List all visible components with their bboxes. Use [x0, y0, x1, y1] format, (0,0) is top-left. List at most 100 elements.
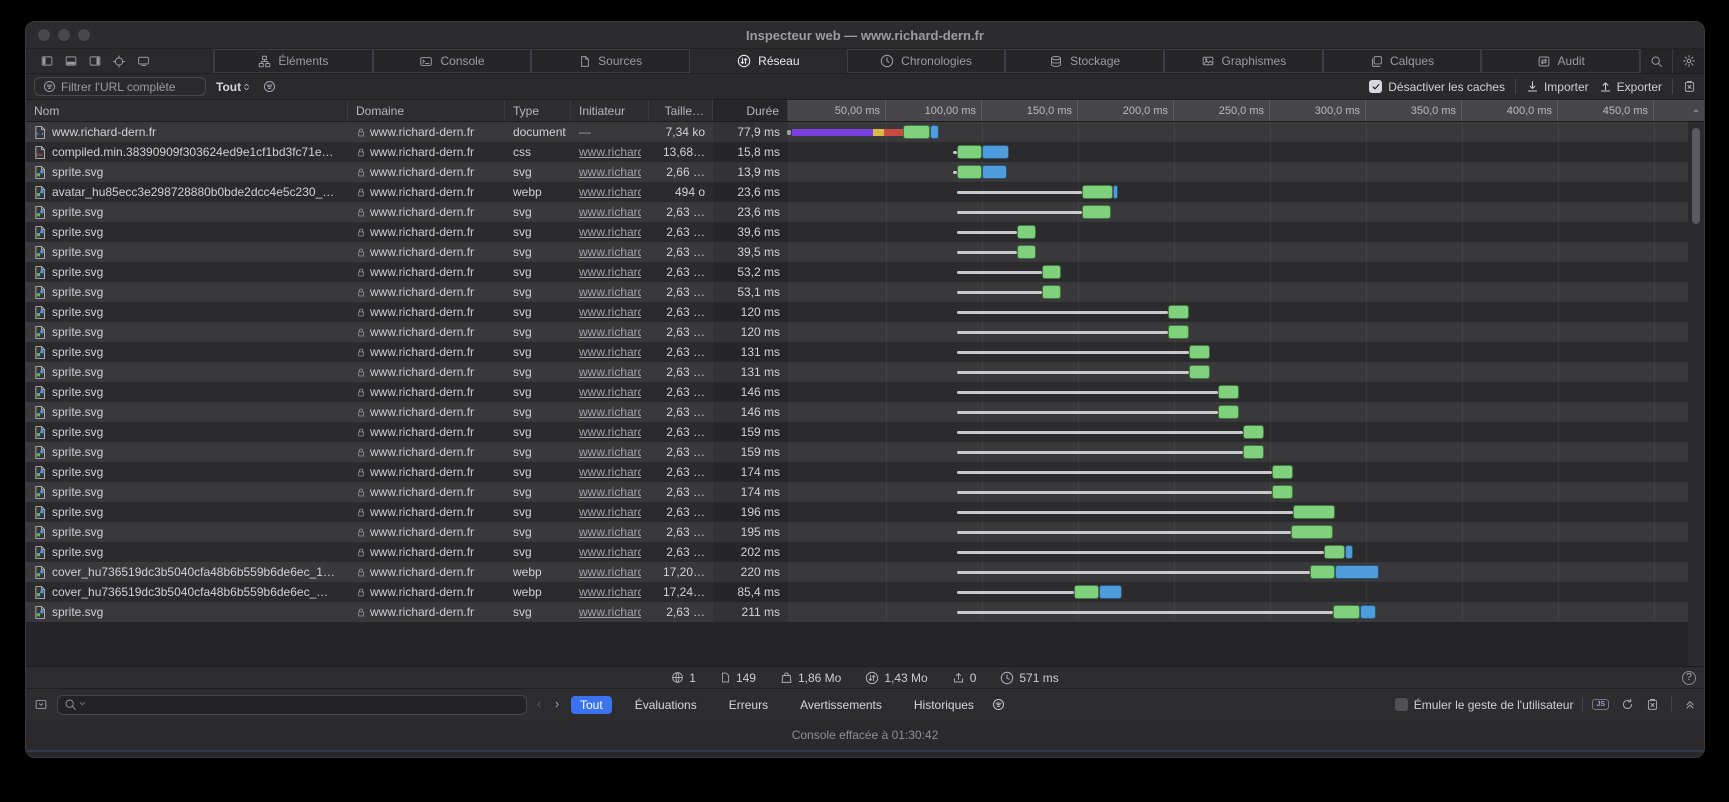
- initiator-link[interactable]: www.richard-d…: [579, 265, 641, 279]
- network-row[interactable]: sprite.svgwww.richard-dern.frsvgwww.rich…: [26, 602, 1704, 622]
- waterfall-bar[interactable]: [788, 442, 1688, 462]
- element-picker-icon[interactable]: [112, 55, 126, 68]
- console-scope-icon[interactable]: [34, 698, 48, 711]
- waterfall-bar[interactable]: [788, 262, 1688, 282]
- network-row[interactable]: sprite.svgwww.richard-dern.frsvgwww.rich…: [26, 542, 1704, 562]
- scrollbar[interactable]: [1688, 122, 1704, 666]
- network-row[interactable]: sprite.svgwww.richard-dern.frsvgwww.rich…: [26, 302, 1704, 322]
- zoom-button[interactable]: [78, 29, 90, 41]
- initiator-link[interactable]: www.richard-d…: [579, 485, 641, 499]
- network-row[interactable]: sprite.svgwww.richard-dern.frsvgwww.rich…: [26, 402, 1704, 422]
- network-row[interactable]: sprite.svgwww.richard-dern.frsvgwww.rich…: [26, 382, 1704, 402]
- network-row[interactable]: sprite.svgwww.richard-dern.frsvgwww.rich…: [26, 242, 1704, 262]
- console-filter-avertissements[interactable]: Avertissements: [791, 696, 891, 714]
- network-row[interactable]: sprite.svgwww.richard-dern.frsvgwww.rich…: [26, 422, 1704, 442]
- scroll-up-icon[interactable]: [1688, 100, 1704, 121]
- network-row[interactable]: www.richard-dern.frwww.richard-dern.frdo…: [26, 122, 1704, 142]
- network-row[interactable]: sprite.svgwww.richard-dern.frsvgwww.rich…: [26, 522, 1704, 542]
- dock-bottom-icon[interactable]: [64, 55, 78, 67]
- url-filter-input[interactable]: Filtrer l'URL complète: [34, 77, 206, 96]
- network-row[interactable]: avatar_hu85ecc3e298728880b0bde2dcc4e5c23…: [26, 182, 1704, 202]
- refresh-icon[interactable]: [1621, 698, 1634, 711]
- waterfall-bar[interactable]: [788, 242, 1688, 262]
- network-row[interactable]: sprite.svgwww.richard-dern.frsvgwww.rich…: [26, 462, 1704, 482]
- disable-caches-checkbox[interactable]: Désactiver les caches: [1369, 80, 1505, 94]
- network-row[interactable]: csscompiled.min.38390909f303624ed9e1cf1b…: [26, 142, 1704, 162]
- waterfall-bar[interactable]: [788, 122, 1688, 142]
- js-context-icon[interactable]: JS: [1592, 699, 1609, 710]
- waterfall-bar[interactable]: [788, 282, 1688, 302]
- column-header-nom[interactable]: Nom: [26, 100, 348, 121]
- waterfall-bar[interactable]: [788, 522, 1688, 542]
- network-row[interactable]: sprite.svgwww.richard-dern.frsvgwww.rich…: [26, 222, 1704, 242]
- waterfall-bar[interactable]: [788, 502, 1688, 522]
- export-button[interactable]: Exporter: [1599, 80, 1662, 94]
- initiator-link[interactable]: www.richard-d…: [579, 225, 641, 239]
- filter-options-icon[interactable]: [263, 80, 276, 93]
- initiator-link[interactable]: www.richard-d…: [579, 205, 641, 219]
- column-header-type[interactable]: Type: [505, 100, 571, 121]
- dock-side-icon[interactable]: [40, 55, 54, 67]
- waterfall-bar[interactable]: [788, 562, 1688, 582]
- initiator-link[interactable]: www.richard-d…: [579, 465, 641, 479]
- tab-calques[interactable]: Calques: [1323, 49, 1482, 73]
- close-button[interactable]: [38, 29, 50, 41]
- initiator-link[interactable]: www.richard-d…: [579, 185, 641, 199]
- waterfall-bar[interactable]: [788, 302, 1688, 322]
- initiator-link[interactable]: www.richard-d…: [579, 505, 641, 519]
- expand-console-icon[interactable]: [1684, 699, 1696, 711]
- scrollbar-thumb[interactable]: [1692, 128, 1700, 224]
- emulate-user-gesture-checkbox[interactable]: Émuler le geste de l'utilisateur: [1395, 698, 1574, 712]
- network-row[interactable]: sprite.svgwww.richard-dern.frsvgwww.rich…: [26, 322, 1704, 342]
- initiator-link[interactable]: www.richard-d…: [579, 605, 641, 619]
- waterfall-bar[interactable]: [788, 162, 1688, 182]
- help-button[interactable]: ?: [1682, 671, 1696, 685]
- waterfall-bar[interactable]: [788, 382, 1688, 402]
- next-result-button[interactable]: [554, 699, 562, 710]
- resource-type-dropdown[interactable]: Tout: [216, 80, 253, 94]
- column-header-taille[interactable]: Taille…: [649, 100, 713, 121]
- tab-audit[interactable]: Audit: [1481, 49, 1640, 73]
- dock-right-icon[interactable]: [88, 55, 102, 67]
- waterfall-bar[interactable]: [788, 422, 1688, 442]
- initiator-link[interactable]: www.richard-d…: [579, 345, 641, 359]
- network-row[interactable]: sprite.svgwww.richard-dern.frsvgwww.rich…: [26, 282, 1704, 302]
- initiator-link[interactable]: www.richard-d…: [579, 145, 641, 159]
- network-row[interactable]: sprite.svgwww.richard-dern.frsvgwww.rich…: [26, 482, 1704, 502]
- waterfall-bar[interactable]: [788, 342, 1688, 362]
- waterfall-bar[interactable]: [788, 602, 1688, 622]
- console-filter-options-icon[interactable]: [992, 698, 1005, 711]
- import-button[interactable]: Importer: [1526, 80, 1589, 94]
- responsive-mode-icon[interactable]: [136, 55, 151, 67]
- waterfall-bar[interactable]: [788, 402, 1688, 422]
- waterfall-bar[interactable]: [788, 222, 1688, 242]
- tab-console[interactable]: Console: [373, 49, 532, 73]
- initiator-link[interactable]: www.richard-d…: [579, 305, 641, 319]
- initiator-link[interactable]: www.richard-d…: [579, 325, 641, 339]
- network-row[interactable]: sprite.svgwww.richard-dern.frsvgwww.rich…: [26, 362, 1704, 382]
- column-header-domaine[interactable]: Domaine: [348, 100, 505, 121]
- clear-network-items-icon[interactable]: [1683, 80, 1696, 93]
- tab-stockage[interactable]: Stockage: [1005, 49, 1164, 73]
- network-row[interactable]: sprite.svgwww.richard-dern.frsvgwww.rich…: [26, 342, 1704, 362]
- column-header-initiateur[interactable]: Initiateur: [571, 100, 649, 121]
- tab-réseau[interactable]: Réseau: [690, 49, 847, 73]
- initiator-link[interactable]: www.richard-d…: [579, 425, 641, 439]
- initiator-link[interactable]: www.richard-d…: [579, 165, 641, 179]
- previous-result-button[interactable]: [536, 699, 544, 710]
- waterfall-bar[interactable]: [788, 182, 1688, 202]
- waterfall-bar[interactable]: [788, 542, 1688, 562]
- initiator-link[interactable]: www.richard-d…: [579, 385, 641, 399]
- console-filter-historiques[interactable]: Historiques: [905, 696, 983, 714]
- tab-éléments[interactable]: Éléments: [214, 49, 373, 73]
- tab-chronologies[interactable]: Chronologies: [847, 49, 1006, 73]
- initiator-link[interactable]: www.richard-d…: [579, 525, 641, 539]
- tab-sources[interactable]: Sources: [531, 49, 690, 73]
- console-search-input[interactable]: [57, 695, 527, 715]
- initiator-link[interactable]: www.richard-d…: [579, 245, 641, 259]
- minimize-button[interactable]: [58, 29, 70, 41]
- initiator-link[interactable]: www.richard-d…: [579, 545, 641, 559]
- network-row[interactable]: sprite.svgwww.richard-dern.frsvgwww.rich…: [26, 502, 1704, 522]
- network-row[interactable]: sprite.svgwww.richard-dern.frsvgwww.rich…: [26, 202, 1704, 222]
- console-filter-erreurs[interactable]: Erreurs: [720, 696, 777, 714]
